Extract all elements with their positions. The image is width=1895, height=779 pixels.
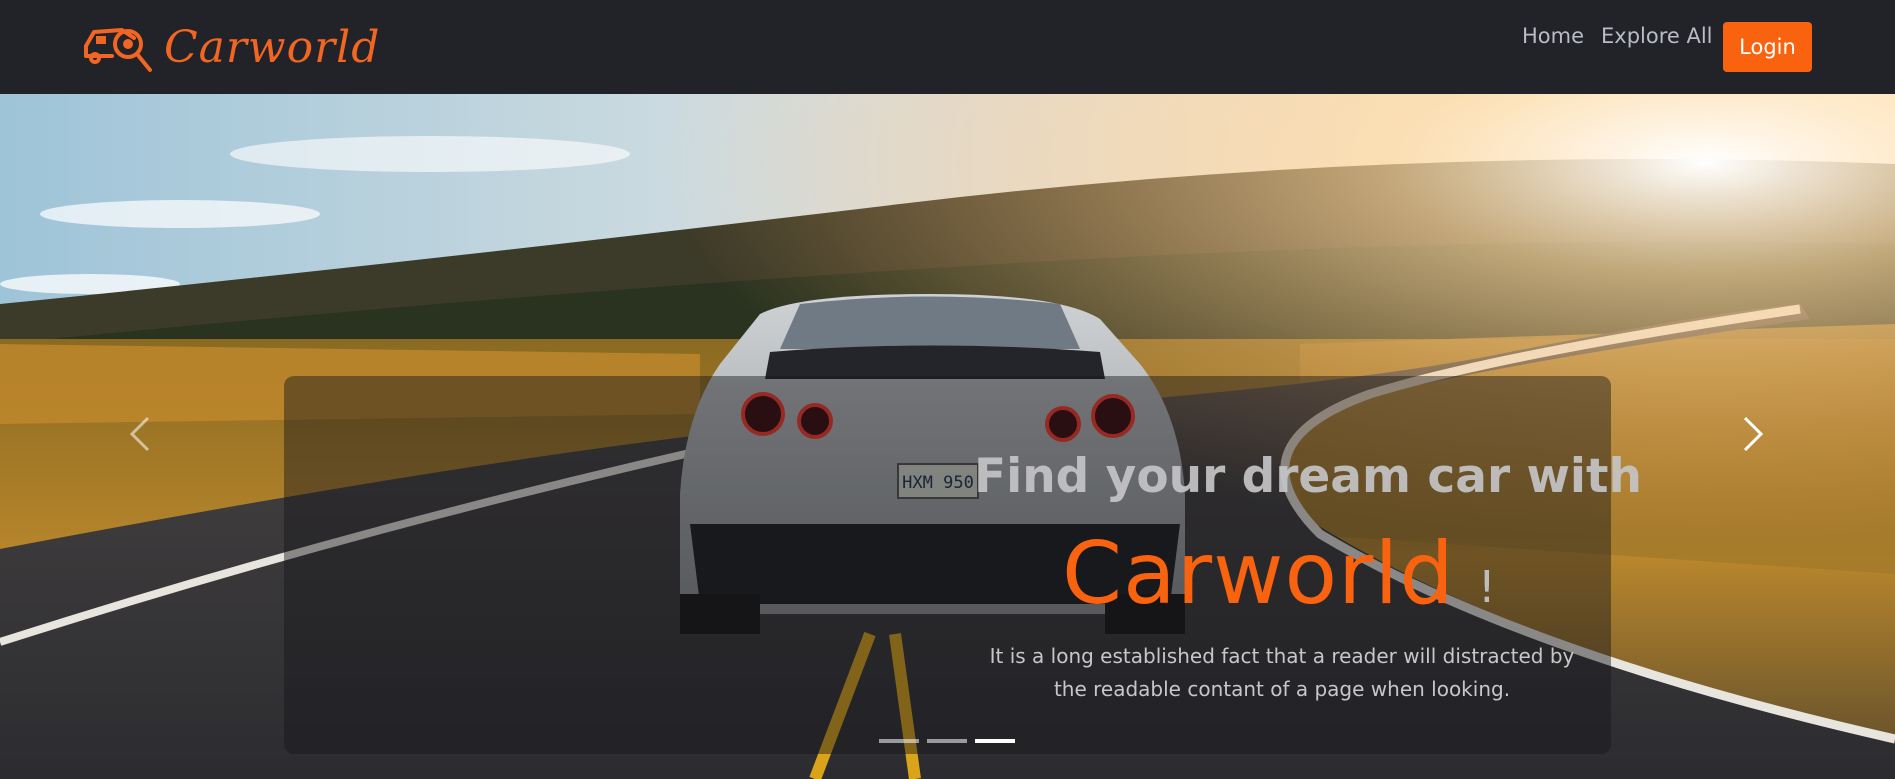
carousel-indicator-2[interactable] <box>927 739 967 743</box>
nav-explore-all-link[interactable]: Explore All <box>1601 24 1713 48</box>
carousel-indicator-1[interactable] <box>879 739 919 743</box>
chevron-right-icon <box>1743 416 1764 452</box>
hero-exclamation: ! <box>1478 562 1496 613</box>
carousel-next-button[interactable] <box>1731 412 1775 456</box>
login-button[interactable]: Login <box>1723 22 1812 72</box>
hero-headline: Find your dream car with <box>974 449 1642 504</box>
carousel-indicator-3[interactable] <box>975 739 1015 743</box>
chevron-left-icon <box>129 416 150 452</box>
hero-subtext: It is a long established fact that a rea… <box>989 644 1575 701</box>
hero-brand-name: Carworld <box>1062 524 1455 624</box>
brand-link[interactable]: Carworld <box>82 18 380 78</box>
car-search-logo-icon <box>84 28 152 72</box>
carousel-prev-button[interactable] <box>120 412 164 456</box>
nav-home-link[interactable]: Home <box>1522 24 1584 48</box>
navbar: Carworld Home Explore All Login <box>0 0 1895 94</box>
brand-name: Carworld <box>164 22 381 73</box>
carousel-indicators <box>879 739 1015 745</box>
hero-carousel: HXM 950 Find your dream car with Carworl… <box>0 94 1895 779</box>
